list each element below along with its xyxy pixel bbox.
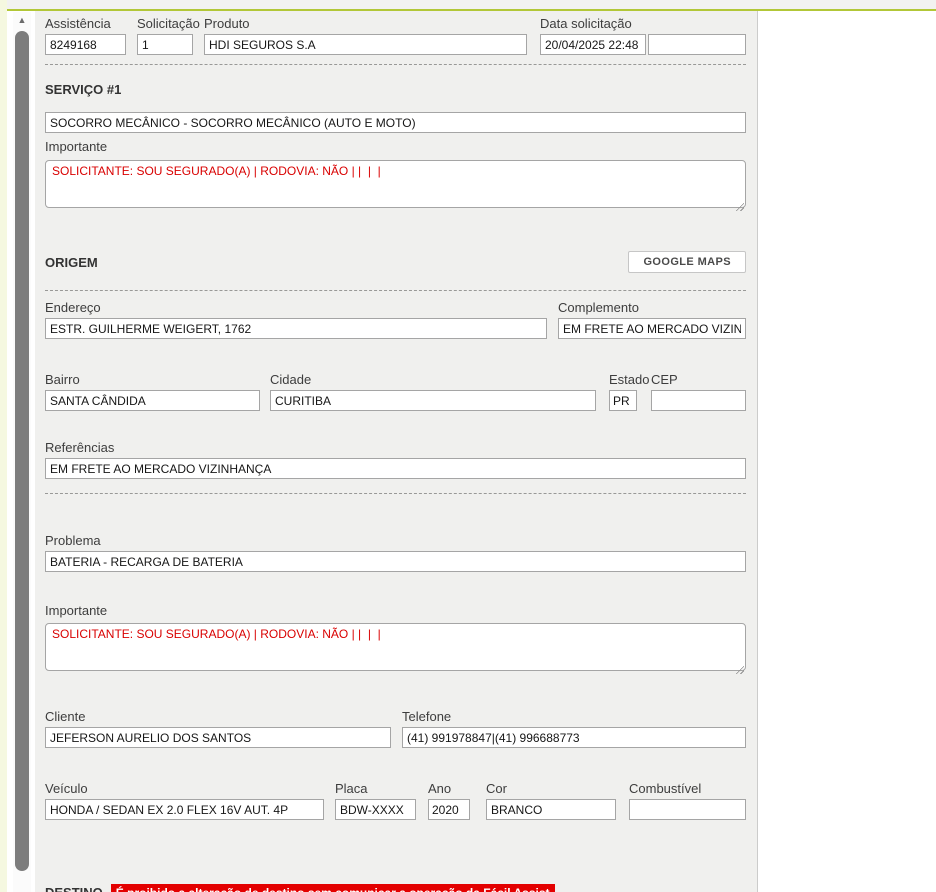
telefone-label: Telefone (402, 709, 746, 724)
placa-field-group: Placa (335, 781, 416, 820)
combustivel-input[interactable] (629, 799, 746, 820)
origem-importante-wrap: SOLICITANTE: SOU SEGURADO(A) | RODOVIA: … (45, 623, 746, 676)
problema-field-group: Problema (45, 533, 746, 572)
solicitacao-field-group: Solicitação (137, 16, 193, 55)
header-row: Assistência Solicitação Produto Data sol… (45, 16, 746, 55)
telefone-field-group: Telefone (402, 709, 746, 748)
problema-label: Problema (45, 533, 746, 548)
telefone-input[interactable] (402, 727, 746, 748)
bairro-label: Bairro (45, 372, 260, 387)
veiculo-label: Veículo (45, 781, 324, 796)
cor-input[interactable] (486, 799, 616, 820)
cep-label: CEP (651, 372, 746, 387)
produto-label: Produto (204, 16, 527, 31)
destino-header: DESTINO É proibido a alteração de destin… (45, 884, 746, 892)
problema-input[interactable] (45, 551, 746, 572)
complemento-field-group: Complemento (558, 300, 746, 339)
cidade-input[interactable] (270, 390, 596, 411)
bairro-input[interactable] (45, 390, 260, 411)
cliente-row: Cliente Telefone (45, 709, 746, 748)
ano-label: Ano (428, 781, 470, 796)
data-solicitacao-label: Data solicitação (540, 16, 746, 31)
produto-field-group: Produto (204, 16, 527, 55)
cep-field-group: CEP (651, 372, 746, 411)
referencias-field-group: Referências (45, 440, 746, 479)
servico-importante-label: Importante (45, 139, 746, 154)
referencias-input[interactable] (45, 458, 746, 479)
cliente-field-group: Cliente (45, 709, 391, 748)
complemento-input[interactable] (558, 318, 746, 339)
ano-field-group: Ano (428, 781, 470, 820)
data-solicitacao-extra-input[interactable] (648, 34, 746, 55)
solicitacao-input[interactable] (137, 34, 193, 55)
estado-field-group: Estado (609, 372, 637, 411)
scroll-up-arrow-icon[interactable]: ▲ (13, 12, 31, 28)
servico-importante-textarea[interactable]: SOLICITANTE: SOU SEGURADO(A) | RODOVIA: … (45, 160, 746, 208)
estado-label: Estado (609, 372, 637, 387)
divider-dashed (45, 493, 746, 494)
veiculo-field-group: Veículo (45, 781, 324, 820)
destino-section-title: DESTINO (45, 884, 103, 892)
veiculo-input[interactable] (45, 799, 324, 820)
servico-section-title: SERVIÇO #1 (45, 82, 746, 97)
referencias-label: Referências (45, 440, 746, 455)
combustivel-field-group: Combustível (629, 781, 746, 820)
cliente-label: Cliente (45, 709, 391, 724)
complemento-label: Complemento (558, 300, 746, 315)
cor-label: Cor (486, 781, 616, 796)
combustivel-label: Combustível (629, 781, 746, 796)
ano-input[interactable] (428, 799, 470, 820)
divider-dashed (45, 290, 746, 291)
form-panel: Assistência Solicitação Produto Data sol… (35, 11, 758, 892)
placa-input[interactable] (335, 799, 416, 820)
origem-section-title: ORIGEM (45, 255, 98, 270)
servico-input[interactable] (45, 112, 746, 133)
origem-importante-textarea[interactable]: SOLICITANTE: SOU SEGURADO(A) | RODOVIA: … (45, 623, 746, 671)
cidade-field-group: Cidade (270, 372, 596, 411)
cep-input[interactable] (651, 390, 746, 411)
data-solicitacao-field-group: Data solicitação (540, 16, 746, 55)
bairro-field-group: Bairro (45, 372, 260, 411)
google-maps-button[interactable]: GOOGLE MAPS (628, 251, 746, 273)
solicitacao-label: Solicitação (137, 16, 193, 31)
page: ▲ Assistência Solicitação Produto Data s… (0, 0, 936, 892)
cor-field-group: Cor (486, 781, 616, 820)
divider-dashed (45, 64, 746, 65)
data-solicitacao-input[interactable] (540, 34, 646, 55)
left-edge-strip (0, 0, 7, 892)
produto-input[interactable] (204, 34, 527, 55)
scrollbar-thumb[interactable] (15, 31, 29, 871)
endereco-label: Endereço (45, 300, 547, 315)
endereco-row: Endereço Complemento (45, 300, 746, 339)
assistencia-field-group: Assistência (45, 16, 126, 55)
servico-importante-wrap: SOLICITANTE: SOU SEGURADO(A) | RODOVIA: … (45, 160, 746, 213)
cliente-input[interactable] (45, 727, 391, 748)
assistencia-label: Assistência (45, 16, 126, 31)
endereco-input[interactable] (45, 318, 547, 339)
destino-warning-badge: É proibido a alteração de destino sem co… (111, 884, 555, 892)
origem-header: ORIGEM GOOGLE MAPS (45, 251, 746, 273)
origem-importante-label: Importante (45, 603, 746, 618)
veiculo-row: Veículo Placa Ano Cor Combustível (45, 781, 746, 820)
vertical-scrollbar[interactable]: ▲ (13, 12, 31, 892)
cidade-label: Cidade (270, 372, 596, 387)
estado-input[interactable] (609, 390, 637, 411)
placa-label: Placa (335, 781, 416, 796)
top-strip (0, 0, 936, 9)
endereco-field-group: Endereço (45, 300, 547, 339)
assistencia-input[interactable] (45, 34, 126, 55)
bairro-row: Bairro Cidade Estado CEP (45, 372, 746, 411)
